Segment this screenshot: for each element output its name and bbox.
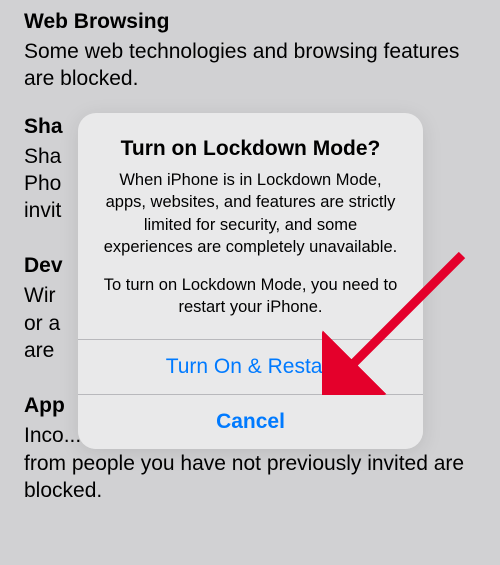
turn-on-restart-button[interactable]: Turn On & Restart [78, 339, 423, 394]
alert-content: Turn on Lockdown Mode? When iPhone is in… [78, 113, 423, 339]
alert-message: When iPhone is in Lockdown Mode, apps, w… [98, 169, 403, 258]
cancel-button[interactable]: Cancel [78, 394, 423, 449]
alert-submessage: To turn on Lockdown Mode, you need to re… [98, 274, 403, 319]
modal-overlay: Turn on Lockdown Mode? When iPhone is in… [0, 0, 500, 565]
lockdown-mode-alert: Turn on Lockdown Mode? When iPhone is in… [78, 113, 423, 449]
alert-title: Turn on Lockdown Mode? [98, 137, 403, 161]
